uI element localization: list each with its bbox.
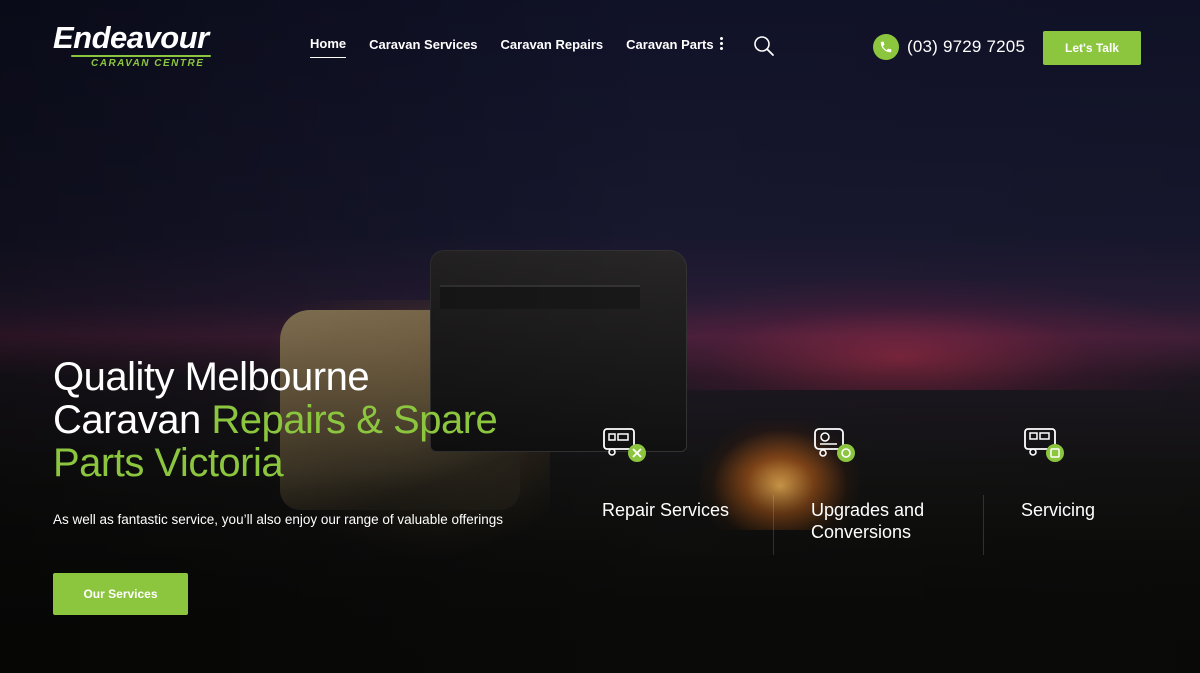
service-card-upgrades[interactable]: Upgrades and Conversions xyxy=(811,425,981,543)
phone-contact[interactable]: (03) 9729 7205 xyxy=(873,34,1025,60)
search-icon[interactable] xyxy=(753,35,775,57)
caravan-upgrade-icon xyxy=(811,425,857,465)
lets-talk-button[interactable]: Let's Talk xyxy=(1043,31,1141,65)
service-label: Repair Services xyxy=(602,500,730,520)
service-card-servicing[interactable]: Servicing xyxy=(1021,425,1191,521)
brand-logo[interactable]: Endeavour CARAVAN CENTRE xyxy=(53,22,228,74)
headline-line-2: Caravan xyxy=(53,398,212,442)
caravan-repair-icon xyxy=(602,425,648,465)
hero-subtext: As well as fantastic service, you’ll als… xyxy=(53,512,503,527)
nav-item-home[interactable]: Home xyxy=(310,36,347,58)
nav-item-caravan-repairs[interactable]: Caravan Repairs xyxy=(501,37,604,58)
logo-swoosh xyxy=(71,55,211,57)
hero-section: Endeavour CARAVAN CENTRE Home Caravan Se… xyxy=(0,0,1200,673)
nav-item-caravan-parts[interactable]: Caravan Parts xyxy=(626,37,713,58)
headline-line-1: Quality Melbourne xyxy=(53,355,370,399)
service-card-repair[interactable]: Repair Services xyxy=(602,425,772,521)
service-divider xyxy=(983,495,984,555)
phone-icon xyxy=(873,34,899,60)
phone-number: (03) 9729 7205 xyxy=(907,37,1026,56)
vertical-dots-icon[interactable] xyxy=(716,37,726,53)
service-label: Upgrades and Conversions xyxy=(811,500,925,542)
caravan-servicing-icon xyxy=(1021,425,1067,465)
nav-item-caravan-services[interactable]: Caravan Services xyxy=(369,37,477,58)
service-divider xyxy=(773,495,774,555)
main-nav: Home Caravan Services Caravan Repairs Ca… xyxy=(310,36,714,58)
service-label: Servicing xyxy=(1021,500,1096,520)
hero-headline: Quality Melbourne Caravan Repairs & Spar… xyxy=(53,356,533,485)
logo-tagline: CARAVAN CENTRE xyxy=(91,58,205,69)
logo-wordmark: Endeavour xyxy=(53,20,209,55)
our-services-button[interactable]: Our Services xyxy=(53,573,188,615)
